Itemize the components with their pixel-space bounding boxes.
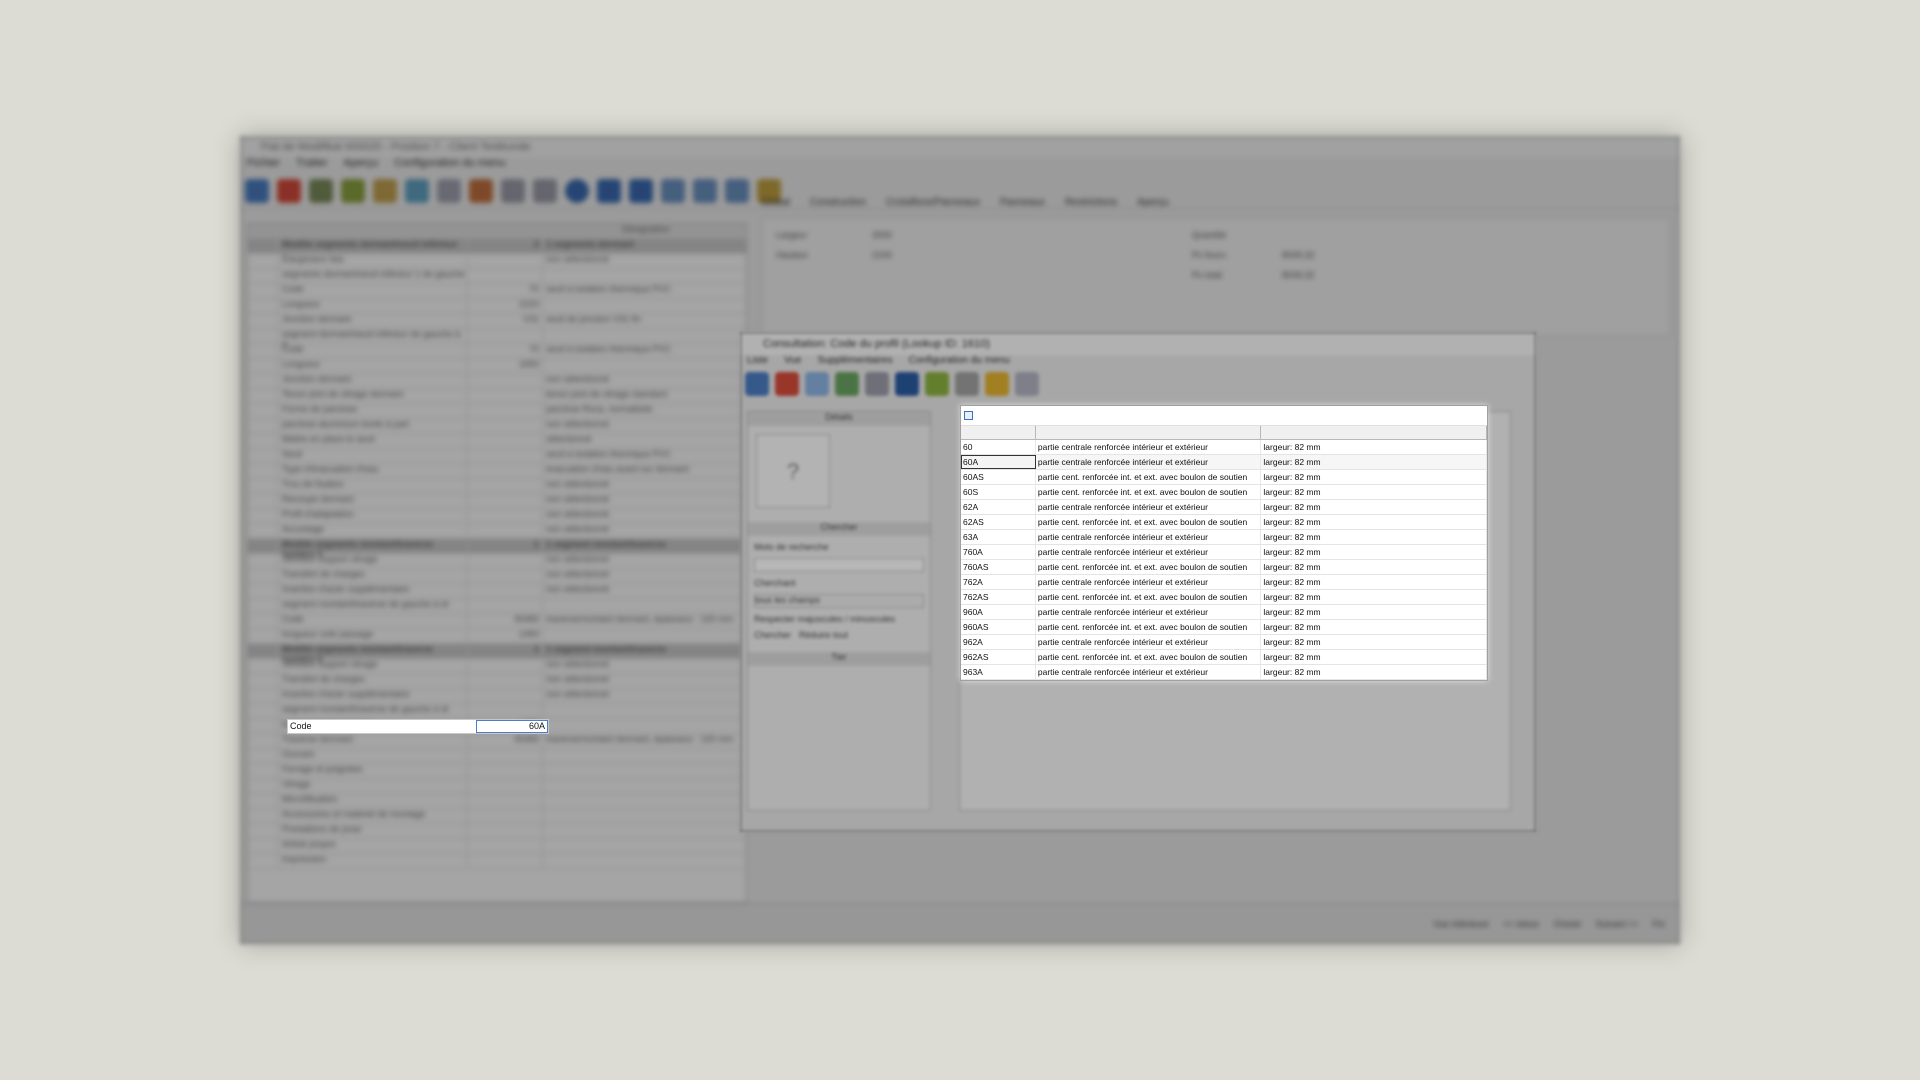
cell-width: largeur: 82 mm	[1261, 665, 1487, 679]
cell-code: 62A	[961, 500, 1036, 514]
cell-code: 962A	[961, 635, 1036, 649]
cell-width: largeur: 82 mm	[1261, 560, 1487, 574]
cell-description: partie centrale renforcée intérieur et e…	[1036, 605, 1262, 619]
cell-width: largeur: 82 mm	[1261, 635, 1487, 649]
cell-description: partie centrale renforcée intérieur et e…	[1036, 635, 1262, 649]
cell-width: largeur: 82 mm	[1261, 485, 1487, 499]
code-input[interactable]: 60A	[476, 720, 548, 733]
cell-code: 60A	[961, 455, 1036, 469]
cell-width: largeur: 82 mm	[1261, 575, 1487, 589]
cell-width: largeur: 82 mm	[1261, 545, 1487, 559]
table-row[interactable]: 60AS partie cent. renforcée int. et ext. …	[961, 470, 1487, 485]
table-row[interactable]: 960AS partie cent. renforcée int. et ext.…	[961, 620, 1487, 635]
cell-width: largeur: 82 mm	[1261, 605, 1487, 619]
table-row[interactable]: 762AS partie cent. renforcée int. et ext.…	[961, 590, 1487, 605]
cell-code: 760AS	[961, 560, 1036, 574]
cell-code: 60	[961, 440, 1036, 454]
cell-description: partie centrale renforcée intérieur et e…	[1036, 500, 1262, 514]
cell-code: 963A	[961, 665, 1036, 679]
table-row[interactable]: 60 partie centrale renforcée intérieur et…	[961, 440, 1487, 455]
cell-width: largeur: 82 mm	[1261, 590, 1487, 604]
cell-code: 762A	[961, 575, 1036, 589]
table-row[interactable]: 62A partie centrale renforcée intérieur e…	[961, 500, 1487, 515]
profile-code-lookup-table[interactable]: 60 partie centrale renforcée intérieur et…	[960, 405, 1488, 681]
table-row[interactable]: 63A partie centrale renforcée intérieur e…	[961, 530, 1487, 545]
cell-description: partie centrale renforcée intérieur et e…	[1036, 575, 1262, 589]
cell-code: 63A	[961, 530, 1036, 544]
column-header-code[interactable]	[961, 426, 1036, 439]
cell-description: partie cent. renforcée int. et ext. avec…	[1036, 620, 1262, 634]
cell-width: largeur: 82 mm	[1261, 620, 1487, 634]
table-row[interactable]: 963A partie centrale renforcée intérieur …	[961, 665, 1487, 680]
table-row[interactable]: 760AS partie cent. renforcée int. et ext.…	[961, 560, 1487, 575]
cell-width: largeur: 82 mm	[1261, 500, 1487, 514]
cell-description: partie centrale renforcée intérieur et e…	[1036, 545, 1262, 559]
cell-width: largeur: 82 mm	[1261, 515, 1487, 529]
cell-code: 760A	[961, 545, 1036, 559]
table-row[interactable]: 962A partie centrale renforcée intérieur …	[961, 635, 1487, 650]
table-row[interactable]: 762A partie centrale renforcée intérieur …	[961, 575, 1487, 590]
cell-code: 960AS	[961, 620, 1036, 634]
cell-width: largeur: 82 mm	[1261, 440, 1487, 454]
grid-header-row	[961, 426, 1488, 440]
cell-width: largeur: 82 mm	[1261, 650, 1487, 664]
table-row[interactable]: 962AS partie cent. renforcée int. et ext.…	[961, 650, 1487, 665]
column-header-width[interactable]	[1261, 426, 1488, 439]
table-row[interactable]: 60S partie cent. renforcée int. et ext. a…	[961, 485, 1487, 500]
grid-body: 60 partie centrale renforcée intérieur et…	[961, 440, 1487, 680]
cell-code: 962AS	[961, 650, 1036, 664]
cell-width: largeur: 82 mm	[1261, 470, 1487, 484]
code-label: Code	[290, 721, 312, 731]
table-row[interactable]: 760A partie centrale renforcée intérieur …	[961, 545, 1487, 560]
cell-description: partie cent. renforcée int. et ext. avec…	[1036, 650, 1262, 664]
column-header-description[interactable]	[1036, 426, 1262, 439]
cell-code: 60AS	[961, 470, 1036, 484]
cell-description: partie centrale renforcée intérieur et e…	[1036, 440, 1262, 454]
cell-description: partie cent. renforcée int. et ext. avec…	[1036, 485, 1262, 499]
code-editor-row[interactable]: Code 60A	[287, 719, 549, 734]
cell-code: 762AS	[961, 590, 1036, 604]
cell-description: partie cent. renforcée int. et ext. avec…	[1036, 515, 1262, 529]
cell-description: partie cent. renforcée int. et ext. avec…	[1036, 560, 1262, 574]
cell-description: partie cent. renforcée int. et ext. avec…	[1036, 590, 1262, 604]
cell-description: partie centrale renforcée intérieur et e…	[1036, 530, 1262, 544]
table-row[interactable]: 960A partie centrale renforcée intérieur …	[961, 605, 1487, 620]
cell-code: 960A	[961, 605, 1036, 619]
table-row[interactable]: 60A partie centrale renforcée intérieur e…	[961, 455, 1487, 470]
cell-description: partie centrale renforcée intérieur et e…	[1036, 455, 1262, 469]
cell-width: largeur: 82 mm	[1261, 455, 1487, 469]
cell-code: 60S	[961, 485, 1036, 499]
cell-code: 62AS	[961, 515, 1036, 529]
grid-toolbar	[961, 406, 1487, 426]
grid-layout-icon[interactable]	[964, 411, 973, 420]
table-row[interactable]: 62AS partie cent. renforcée int. et ext. …	[961, 515, 1487, 530]
cell-width: largeur: 82 mm	[1261, 530, 1487, 544]
cell-description: partie centrale renforcée intérieur et e…	[1036, 665, 1262, 679]
cell-description: partie cent. renforcée int. et ext. avec…	[1036, 470, 1262, 484]
